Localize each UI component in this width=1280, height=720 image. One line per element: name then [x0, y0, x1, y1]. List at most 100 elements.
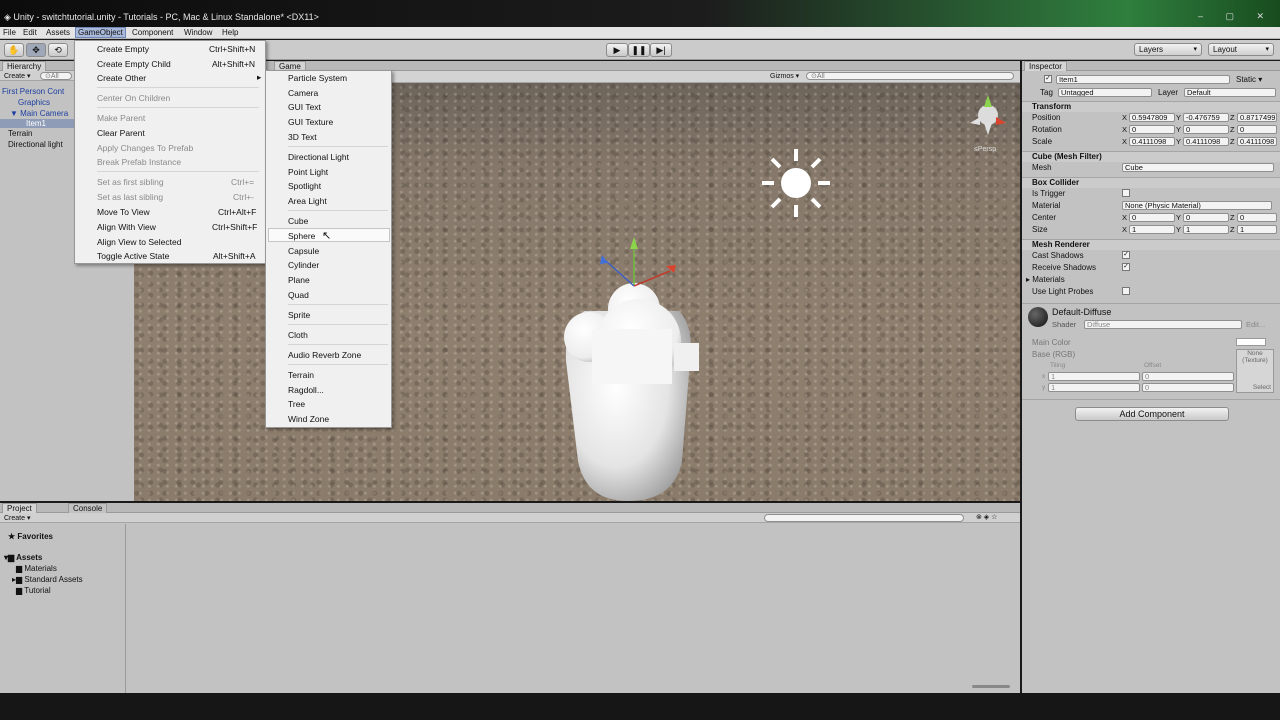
menu-edit[interactable]: Edit [23, 28, 37, 37]
menu-item-set-first-sibling[interactable]: Set as first sibling [97, 177, 164, 187]
shader-dropdown[interactable]: Diffuse [1084, 320, 1242, 329]
assets-item[interactable]: ▾▆ Assets [4, 553, 42, 562]
menu-item-clear-parent[interactable]: Clear Parent [97, 128, 145, 138]
menu-item-cloth[interactable]: Cloth [288, 330, 308, 340]
hierarchy-item-selected[interactable]: Item1 [0, 119, 74, 128]
menu-file[interactable]: File [3, 28, 16, 37]
menu-item-particle-system[interactable]: Particle System [288, 73, 347, 83]
zoom-slider[interactable] [972, 685, 1010, 688]
menu-item-wind-zone[interactable]: Wind Zone [288, 414, 329, 424]
edit-shader-button[interactable]: Edit... [1246, 320, 1265, 329]
step-button[interactable]: ▶| [650, 43, 672, 57]
add-component-button[interactable]: Add Component [1075, 407, 1229, 421]
pause-button[interactable]: ❚❚ [628, 43, 650, 57]
center-y-field[interactable]: 0 [1183, 213, 1229, 222]
size-y-field[interactable]: 1 [1183, 225, 1229, 234]
tag-dropdown[interactable]: Untagged [1058, 88, 1152, 97]
tab-hierarchy[interactable]: Hierarchy [2, 61, 47, 71]
tiling-y-field[interactable]: 1 [1048, 383, 1140, 392]
main-color-swatch[interactable] [1236, 338, 1266, 346]
folder-standard-assets[interactable]: ▸▆ Standard Assets [12, 575, 83, 584]
project-create-button[interactable]: Create ▾ [4, 514, 30, 522]
menu-item-point-light[interactable]: Point Light [288, 167, 328, 177]
menu-item-create-empty-child[interactable]: Create Empty Child [97, 59, 171, 69]
menu-item-gui-texture[interactable]: GUI Texture [288, 117, 333, 127]
box-collider-header[interactable]: Box Collider [1022, 177, 1280, 188]
folder-tutorial[interactable]: ▆ Tutorial [16, 586, 51, 595]
project-filter-icons[interactable]: ⊗ ◈ ☆ [976, 513, 997, 521]
tiling-x-field[interactable]: 1 [1048, 372, 1140, 381]
mesh-filter-header[interactable]: Cube (Mesh Filter) [1022, 151, 1280, 162]
cast-shadows-checkbox[interactable]: ✓ [1122, 251, 1130, 259]
tab-console[interactable]: Console [68, 503, 108, 513]
hierarchy-item[interactable]: ▼ Main Camera [10, 109, 68, 118]
offset-x-field[interactable]: 0 [1142, 372, 1234, 381]
menu-item-audio-reverb-zone[interactable]: Audio Reverb Zone [288, 350, 361, 360]
is-trigger-checkbox[interactable] [1122, 189, 1130, 197]
menu-item-spotlight[interactable]: Spotlight [288, 181, 321, 191]
menu-item-align-with-view[interactable]: Align With View [97, 222, 156, 232]
scale-x-field[interactable]: 0.4111098 [1129, 137, 1175, 146]
rotation-x-field[interactable]: 0 [1129, 125, 1175, 134]
position-x-field[interactable]: 0.5947809 [1129, 113, 1175, 122]
menu-help[interactable]: Help [222, 28, 238, 37]
menu-window[interactable]: Window [184, 28, 212, 37]
scale-y-field[interactable]: 0.4111098 [1183, 137, 1229, 146]
hierarchy-search-input[interactable]: ⊙All [40, 72, 72, 80]
favorites-item[interactable]: ★ Favorites [8, 532, 53, 541]
center-x-field[interactable]: 0 [1129, 213, 1175, 222]
menu-item-move-to-view[interactable]: Move To View [97, 207, 150, 217]
size-x-field[interactable]: 1 [1129, 225, 1175, 234]
menu-item-3d-text[interactable]: 3D Text [288, 132, 317, 142]
position-z-field[interactable]: 0.8717499 [1237, 113, 1277, 122]
scale-z-field[interactable]: 0.4111098 [1237, 137, 1277, 146]
project-search-input[interactable] [764, 514, 964, 522]
select-texture-button[interactable]: Select [1253, 384, 1271, 391]
hierarchy-create-button[interactable]: Create ▾ [4, 72, 30, 80]
mesh-renderer-header[interactable]: Mesh Renderer [1022, 239, 1280, 250]
rotation-y-field[interactable]: 0 [1183, 125, 1229, 134]
hierarchy-item[interactable]: First Person Cont [2, 87, 64, 96]
collider-material-field[interactable]: None (Physic Material) [1122, 201, 1272, 210]
object-name-field[interactable]: Item1 [1056, 75, 1230, 84]
materials-foldout[interactable]: ▸ Materials [1026, 275, 1065, 284]
hierarchy-item[interactable]: Directional light [8, 140, 63, 149]
window-controls[interactable]: – ▢ ✕ [1198, 11, 1274, 22]
menu-assets[interactable]: Assets [46, 28, 70, 37]
tab-inspector[interactable]: Inspector [1024, 61, 1067, 71]
menu-item-create-empty[interactable]: Create Empty [97, 44, 149, 54]
texture-slot[interactable]: None (Texture) Select [1236, 349, 1274, 393]
menu-item-sprite[interactable]: Sprite [288, 310, 310, 320]
menu-item-gui-text[interactable]: GUI Text [288, 102, 321, 112]
menu-item-center-on-children[interactable]: Center On Children [97, 93, 170, 103]
menu-item-make-parent[interactable]: Make Parent [97, 113, 145, 123]
folder-materials[interactable]: ▆ Materials [16, 564, 57, 573]
menu-item-directional-light[interactable]: Directional Light [288, 152, 349, 162]
receive-shadows-checkbox[interactable]: ✓ [1122, 263, 1130, 271]
menu-item-camera[interactable]: Camera [288, 88, 318, 98]
rotation-z-field[interactable]: 0 [1237, 125, 1277, 134]
menu-item-toggle-active[interactable]: Toggle Active State [97, 251, 169, 261]
menu-item-tree[interactable]: Tree [288, 399, 305, 409]
menu-item-ragdoll[interactable]: Ragdoll... [288, 385, 324, 395]
menu-item-create-other[interactable]: Create Other [97, 73, 146, 83]
menu-item-terrain[interactable]: Terrain [288, 370, 314, 380]
transform-header[interactable]: Transform [1022, 101, 1280, 112]
hierarchy-item[interactable]: Terrain [8, 129, 32, 138]
menu-item-area-light[interactable]: Area Light [288, 196, 327, 206]
menu-item-break-prefab[interactable]: Break Prefab Instance [97, 157, 181, 167]
menu-item-quad[interactable]: Quad [288, 290, 309, 300]
rotate-tool-button[interactable]: ⟲ [48, 43, 68, 57]
move-tool-button[interactable]: ✥ [26, 43, 46, 57]
active-checkbox[interactable]: ✓ [1044, 75, 1052, 83]
menu-item-apply-prefab[interactable]: Apply Changes To Prefab [97, 143, 193, 153]
offset-y-field[interactable]: 0 [1142, 383, 1234, 392]
menu-item-align-view-to-selected[interactable]: Align View to Selected [97, 237, 181, 247]
tab-project[interactable]: Project [2, 503, 37, 513]
menu-component[interactable]: Component [132, 28, 173, 37]
center-z-field[interactable]: 0 [1237, 213, 1277, 222]
play-button[interactable]: ▶ [606, 43, 628, 57]
menu-item-set-last-sibling[interactable]: Set as last sibling [97, 192, 163, 202]
menu-item-sphere[interactable]: Sphere [288, 231, 315, 241]
layers-dropdown[interactable]: Layers [1134, 43, 1202, 56]
